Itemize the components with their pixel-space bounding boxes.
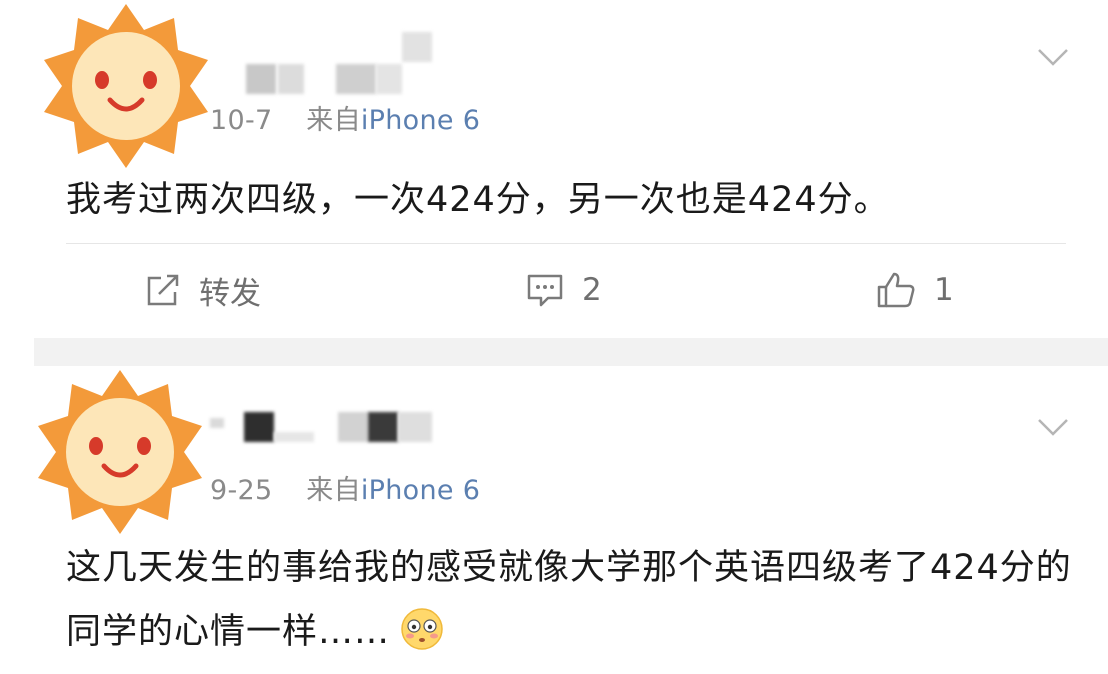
post-content: 这几天发生的事给我的感受就像大学那个英语四级考了424分的同学的心情一样…… [66,536,1076,664]
username-redacted[interactable] [210,406,450,442]
chevron-down-icon[interactable] [1036,46,1070,68]
post-meta: 9-25 来自iPhone 6 [210,468,480,507]
post-source-device[interactable]: iPhone 6 [361,105,480,136]
username-redacted[interactable] [240,30,440,94]
repost-label: 转发 [199,275,261,312]
post-source-prefix: 来自 [306,105,361,136]
chevron-down-icon[interactable] [1036,416,1070,438]
repost-icon [147,274,179,306]
comment-button[interactable]: 2 [526,268,602,312]
comment-icon [527,274,563,307]
repost-button[interactable]: 转发 [145,268,261,312]
post-content: 我考过两次四级，一次424分，另一次也是424分。 [66,180,890,220]
comment-count: 2 [582,272,602,308]
post-source-device[interactable]: iPhone 6 [361,475,480,506]
sun-avatar-icon[interactable] [40,0,212,172]
flushed-face-emoji [401,608,443,650]
like-button[interactable]: 1 [876,268,954,312]
like-count: 1 [934,272,954,308]
post-date: 9-25 [210,475,273,506]
feed-post: 10-7 来自iPhone 6 我考过两次四级，一次424分，另一次也是424分… [0,0,1108,338]
post-meta: 10-7 来自iPhone 6 [210,98,480,137]
thumbs-up-icon [877,272,915,308]
feed-separator [34,338,1108,366]
post-content-text: 这几天发生的事给我的感受就像大学那个英语四级考了424分的同学的心情一样…… [66,548,1072,652]
divider [66,243,1066,244]
post-source-prefix: 来自 [306,475,361,506]
sun-avatar-icon[interactable] [34,366,206,538]
feed-post: 9-25 来自iPhone 6 这几天发生的事给我的感受就像大学那个英语四级考了… [0,366,1108,674]
post-date: 10-7 [210,105,273,136]
